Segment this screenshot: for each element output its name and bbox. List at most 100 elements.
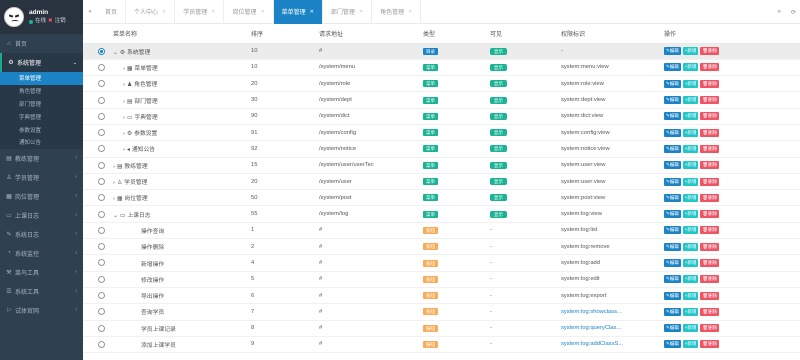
table-row[interactable]: 添加上课学员 9 # 按钮 - system:log:addClassS... … xyxy=(83,336,800,354)
table-row[interactable]: ⌄ ⚙ 系统管理 10 # 目录 显示 - ✎编辑 +新增 🗑删除 xyxy=(83,43,800,60)
sidebar-item-4[interactable]: ▦ 岗位管理 ‹ xyxy=(0,187,83,206)
col-type[interactable]: 类型 xyxy=(421,24,488,44)
edit-button[interactable]: ✎编辑 xyxy=(664,324,681,333)
add-button[interactable]: +新增 xyxy=(682,324,699,333)
sidebar-subitem-1-4[interactable]: 参数设置 xyxy=(0,123,83,136)
table-row[interactable]: ⌄ ▭ 上课日志 55 /system/log 菜单 显示 system:log:v… xyxy=(83,205,800,223)
row-select-radio[interactable] xyxy=(98,194,105,202)
table-row[interactable]: 新增操作 4 # 按钮 - system:log:add ✎编辑 +新增 🗑删除 xyxy=(83,254,800,272)
sidebar-item-9[interactable]: ☰ 系统工具 ‹ xyxy=(0,282,83,301)
tree-expand-icon[interactable]: › xyxy=(113,164,115,170)
tree-expand-icon[interactable]: › xyxy=(113,180,115,186)
row-select-radio[interactable] xyxy=(98,324,105,332)
add-button[interactable]: +新增 xyxy=(682,112,699,121)
tree-expand-icon[interactable]: › xyxy=(123,66,125,72)
add-button[interactable]: +新增 xyxy=(682,340,699,349)
edit-button[interactable]: ✎编辑 xyxy=(664,47,681,56)
table-row[interactable]: › ▤ 部门管理 30 /system/dept 菜单 显示 system:dept… xyxy=(83,91,800,109)
add-button[interactable]: +新增 xyxy=(682,226,699,235)
row-select-radio[interactable] xyxy=(98,112,105,120)
edit-button[interactable]: ✎编辑 xyxy=(664,96,681,105)
add-button[interactable]: +新增 xyxy=(682,79,699,88)
col-visible[interactable]: 可见 xyxy=(488,24,559,44)
edit-button[interactable]: ✎编辑 xyxy=(664,177,681,186)
delete-button[interactable]: 🗑删除 xyxy=(700,210,720,219)
table-row[interactable]: › ◂ 通知公告 92 /system/notice 菜单 显示 system:no… xyxy=(83,140,800,158)
sidebar-subitem-1-0[interactable]: 菜单管理 xyxy=(0,72,83,85)
row-select-radio[interactable] xyxy=(98,226,105,234)
tab-close-icon[interactable]: ✕ xyxy=(310,9,314,15)
edit-button[interactable]: ✎编辑 xyxy=(664,161,681,170)
sidebar-item-6[interactable]: ✎ 系统日志 ‹ xyxy=(0,225,83,244)
add-button[interactable]: +新增 xyxy=(682,259,699,267)
tab-1[interactable]: 个人中心 ✕ xyxy=(126,0,176,24)
add-button[interactable]: +新增 xyxy=(682,63,699,72)
delete-button[interactable]: 🗑删除 xyxy=(700,96,720,105)
col-perm[interactable]: 权限标识 xyxy=(559,24,662,44)
tab-5[interactable]: 部门管理 ✕ xyxy=(323,0,373,24)
add-button[interactable]: +新增 xyxy=(682,275,699,284)
tree-expand-icon[interactable]: ⌄ xyxy=(113,50,118,56)
row-select-radio[interactable] xyxy=(98,340,105,348)
delete-button[interactable]: 🗑删除 xyxy=(700,63,720,72)
sidebar-item-8[interactable]: ⚒ 菜鸟工具 ‹ xyxy=(0,263,83,282)
edit-button[interactable]: ✎编辑 xyxy=(664,79,681,88)
edit-button[interactable]: ✎编辑 xyxy=(664,307,681,316)
sidebar-item-2[interactable]: ▤ 教练管理 ‹ xyxy=(0,149,83,168)
sidebar-item-1[interactable]: ⚙ 系统管理 ⌄ xyxy=(0,53,83,72)
menu-perm[interactable]: system:log:queryClas... xyxy=(561,325,621,331)
table-row[interactable]: 学员上课记录 8 # 按钮 - system:log:queryClas... … xyxy=(83,320,800,337)
add-button[interactable]: +新增 xyxy=(682,307,699,316)
table-row[interactable]: › ▦ 岗位管理 50 /system/post 菜单 显示 system:post… xyxy=(83,189,800,207)
tab-6[interactable]: 角色管理 ✕ xyxy=(372,0,422,24)
table-row[interactable]: › ▤ 教练管理 15 /system/user/userTec 菜单 显示 sys… xyxy=(83,157,800,174)
tree-expand-icon[interactable]: › xyxy=(123,115,125,121)
table-row[interactable]: 操作删除 2 # 按钮 - system:log:remove ✎编辑 +新增 … xyxy=(83,238,800,256)
edit-button[interactable]: ✎编辑 xyxy=(664,275,681,284)
tree-expand-icon[interactable]: ⌄ xyxy=(113,213,118,219)
table-row[interactable]: 查询学员 7 # 按钮 - system:log:showclass... ✎编… xyxy=(83,303,800,321)
col-menu-name[interactable]: 菜单名称 xyxy=(111,24,249,44)
row-select-radio[interactable] xyxy=(98,145,105,153)
edit-button[interactable]: ✎编辑 xyxy=(664,259,681,267)
row-select-radio[interactable] xyxy=(98,259,105,267)
table-row[interactable]: › ▭ 字典管理 90 /system/dict 菜单 显示 system:dict… xyxy=(83,108,800,125)
delete-button[interactable]: 🗑删除 xyxy=(700,128,720,137)
table-row[interactable]: › ♟ 角色管理 20 /system/role 菜单 显示 system:role… xyxy=(83,75,800,93)
table-row[interactable]: › ▦ 菜单管理 10 /system/menu 菜单 显示 system:menu… xyxy=(83,59,800,77)
tabs-scroll-left-icon[interactable]: « xyxy=(83,9,97,15)
edit-button[interactable]: ✎编辑 xyxy=(664,63,681,72)
delete-button[interactable]: 🗑删除 xyxy=(700,307,720,316)
edit-button[interactable]: ✎编辑 xyxy=(664,210,681,219)
tabs-close-menu-icon[interactable]: ⟳ xyxy=(791,9,796,16)
row-select-radio[interactable] xyxy=(98,129,105,137)
delete-button[interactable]: 🗑删除 xyxy=(700,226,720,235)
sidebar-item-5[interactable]: ▭ 上课日志 ‹ xyxy=(0,206,83,225)
table-row[interactable]: 操作查询 1 # 按钮 - system:log:list ✎编辑 +新增 🗑删… xyxy=(83,222,800,240)
tab-close-icon[interactable]: ✕ xyxy=(408,9,412,15)
add-button[interactable]: +新增 xyxy=(682,128,699,137)
row-select-radio[interactable] xyxy=(98,161,105,169)
edit-button[interactable]: ✎编辑 xyxy=(664,112,681,121)
delete-button[interactable]: 🗑删除 xyxy=(700,144,720,153)
add-button[interactable]: +新增 xyxy=(682,47,699,56)
logout-link[interactable]: 注销 xyxy=(55,17,66,26)
delete-button[interactable]: 🗑删除 xyxy=(700,259,720,267)
tree-expand-icon[interactable]: › xyxy=(113,196,115,202)
row-select-radio[interactable] xyxy=(98,63,105,71)
sidebar-subitem-1-5[interactable]: 通知公告 xyxy=(0,135,83,149)
add-button[interactable]: +新增 xyxy=(682,96,699,105)
row-select-radio[interactable] xyxy=(98,275,105,283)
delete-button[interactable]: 🗑删除 xyxy=(700,112,720,121)
row-select-radio[interactable] xyxy=(98,243,105,251)
add-button[interactable]: +新增 xyxy=(682,193,699,202)
delete-button[interactable]: 🗑删除 xyxy=(700,47,720,56)
add-button[interactable]: +新增 xyxy=(682,291,699,300)
delete-button[interactable]: 🗑删除 xyxy=(700,193,720,202)
row-select-radio[interactable] xyxy=(98,308,105,316)
edit-button[interactable]: ✎编辑 xyxy=(664,242,681,251)
row-select-radio[interactable] xyxy=(98,292,105,300)
delete-button[interactable]: 🗑删除 xyxy=(700,340,720,349)
row-select-radio[interactable] xyxy=(98,80,105,88)
delete-button[interactable]: 🗑删除 xyxy=(700,291,720,300)
